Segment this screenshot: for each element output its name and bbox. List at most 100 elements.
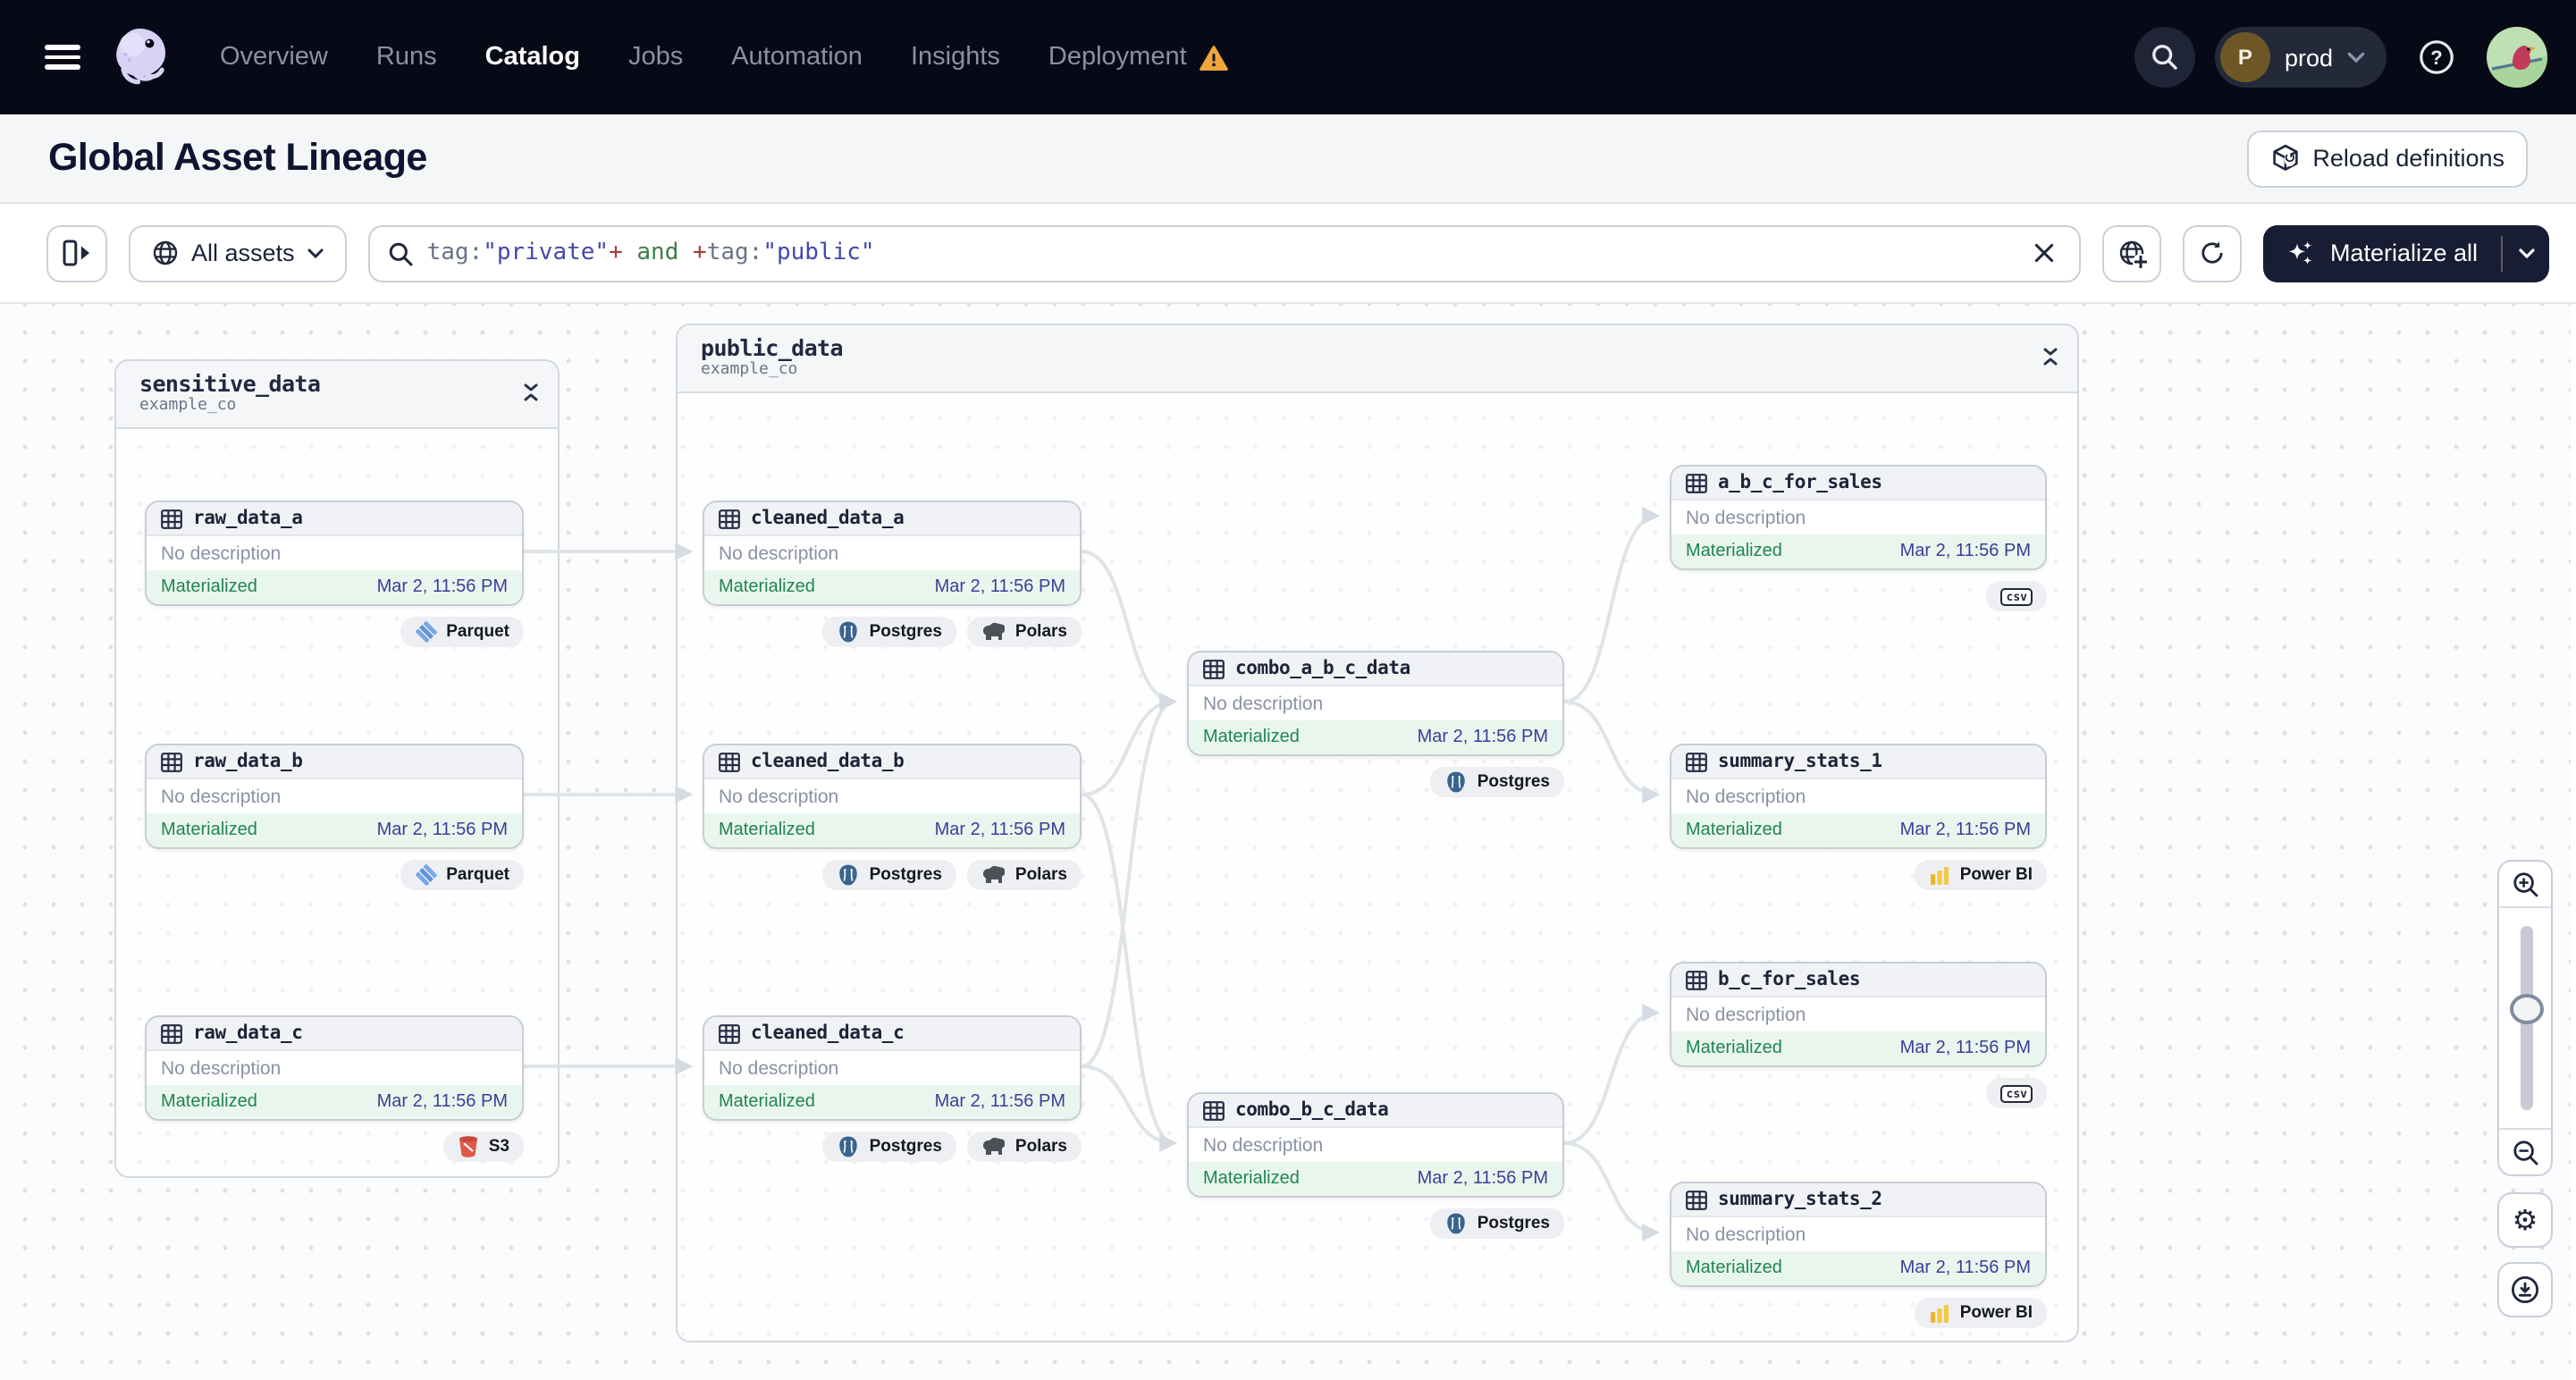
table-icon xyxy=(719,752,740,771)
group-title: public_data xyxy=(701,334,844,361)
hamburger-menu-icon[interactable] xyxy=(45,45,80,70)
group-header[interactable]: sensitive_data example_co xyxy=(116,361,558,429)
asset-node-combo-b-c-data[interactable]: combo_b_c_data No description Materializ… xyxy=(1187,1092,1564,1198)
kind-tag-powerbi[interactable]: Power BI xyxy=(1915,1298,2047,1328)
collapse-group-button[interactable] xyxy=(522,383,540,402)
status-badge: Materialized xyxy=(161,1092,257,1112)
user-avatar[interactable] xyxy=(2487,27,2547,88)
asset-description: No description xyxy=(1671,1217,2045,1251)
reload-cube-icon: ↺ xyxy=(2269,143,2300,173)
group-header[interactable]: public_data example_co xyxy=(678,325,2077,393)
reload-definitions-button[interactable]: ↺ Reload definitions xyxy=(2246,130,2528,187)
zoom-out-button[interactable] xyxy=(2499,1128,2551,1174)
status-badge: Materialized xyxy=(1686,1039,1782,1058)
svg-text:?: ? xyxy=(2430,46,2442,69)
dagster-logo[interactable] xyxy=(105,21,177,93)
polars-icon xyxy=(982,1137,1005,1155)
postgres-icon xyxy=(1447,1213,1466,1234)
clear-search-button[interactable] xyxy=(2028,236,2062,270)
asset-node-summary-stats-1[interactable]: summary_stats_1 No description Materiali… xyxy=(1670,744,2047,849)
materialize-all-button[interactable]: Materialize all xyxy=(2263,224,2549,282)
parquet-icon xyxy=(415,621,437,643)
kind-tag-polars[interactable]: Polars xyxy=(966,860,1082,890)
asset-node-cleaned-data-c[interactable]: cleaned_data_c No description Materializ… xyxy=(703,1015,1082,1121)
download-graph-button[interactable] xyxy=(2497,1262,2553,1317)
kind-tag-parquet[interactable]: Parquet xyxy=(400,860,524,890)
nav-item-catalog[interactable]: Catalog xyxy=(485,43,580,72)
asset-description: No description xyxy=(704,536,1080,570)
table-icon xyxy=(1203,1100,1225,1120)
nav-item-jobs[interactable]: Jobs xyxy=(628,43,683,72)
chevron-down-icon xyxy=(307,248,324,258)
status-badge: Materialized xyxy=(1203,1169,1300,1189)
nav-item-deployment[interactable]: Deployment xyxy=(1048,43,1187,72)
kind-tag-polars[interactable]: Polars xyxy=(966,1132,1082,1162)
materialization-timestamp: Mar 2, 11:56 PM xyxy=(1417,1169,1548,1189)
status-badge: Materialized xyxy=(1686,1258,1782,1278)
status-badge: Materialized xyxy=(161,820,257,840)
collapse-icon xyxy=(2043,348,2058,366)
asset-description: No description xyxy=(1189,686,1562,720)
asset-node-raw-data-b[interactable]: raw_data_b No description Materialized Ma… xyxy=(145,744,524,849)
materialization-timestamp: Mar 2, 11:56 PM xyxy=(934,820,1065,840)
table-icon xyxy=(719,509,740,528)
nav-item-automation[interactable]: Automation xyxy=(731,43,863,72)
asset-scope-dropdown[interactable]: All assets xyxy=(129,224,347,282)
asset-node-raw-data-a[interactable]: raw_data_a No description Materialized Ma… xyxy=(145,501,524,606)
powerbi-icon xyxy=(1931,866,1949,884)
kind-tag-powerbi[interactable]: Power BI xyxy=(1915,860,2047,890)
toggle-sidebar-button[interactable] xyxy=(46,224,107,282)
group-subtitle: example_co xyxy=(701,361,798,379)
nav-item-runs[interactable]: Runs xyxy=(376,43,437,72)
asset-node-combo-a-b-c-data[interactable]: combo_a_b_c_data No description Material… xyxy=(1187,651,1564,756)
zoom-slider-thumb[interactable] xyxy=(2510,994,2544,1024)
status-badge: Materialized xyxy=(1686,820,1782,840)
kind-tag-postgres[interactable]: Postgres xyxy=(822,1132,956,1162)
nav-right-cluster: P prod ? xyxy=(2134,27,2547,88)
table-icon xyxy=(1686,970,1707,989)
kind-tag-postgres[interactable]: Postgres xyxy=(822,860,956,890)
graph-settings-button[interactable]: ⚙ xyxy=(2497,1192,2553,1248)
asset-node-raw-data-c[interactable]: raw_data_c No description Materialized Ma… xyxy=(145,1015,524,1121)
lineage-toolbar: All assets tag: "private" + and + tag: "publ… xyxy=(0,204,2576,304)
view-scope-globe-button[interactable] xyxy=(2102,224,2162,282)
kind-tag-postgres[interactable]: Postgres xyxy=(1430,767,1564,797)
help-icon: ? xyxy=(2420,40,2454,74)
polars-icon xyxy=(982,865,1005,883)
badge-row: Power BI xyxy=(1915,1298,2047,1328)
materialization-timestamp: Mar 2, 11:56 PM xyxy=(1899,542,2031,561)
asset-node-b-c-for-sales[interactable]: b_c_for_sales No description Materialize… xyxy=(1670,962,2047,1067)
asset-name: summary_stats_1 xyxy=(1718,751,1882,772)
materialize-options-button[interactable] xyxy=(2503,224,2549,282)
asset-node-a-b-c-for-sales[interactable]: a_b_c_for_sales No description Materiali… xyxy=(1670,465,2047,570)
refresh-icon xyxy=(2202,241,2224,264)
kind-tag-s3[interactable]: S3 xyxy=(443,1132,524,1162)
kind-tag-polars[interactable]: Polars xyxy=(966,617,1082,647)
chevron-down-icon xyxy=(2347,51,2365,63)
asset-search-input[interactable]: tag: "private" + and + tag: "public" xyxy=(367,224,2082,282)
kind-tag-postgres[interactable]: Postgres xyxy=(1430,1208,1564,1239)
avatar-bird-image xyxy=(2487,27,2547,88)
lineage-canvas[interactable]: sensitive_data example_co public_data ex… xyxy=(0,304,2576,1380)
deployment-switcher[interactable]: P prod xyxy=(2214,27,2387,88)
asset-node-cleaned-data-a[interactable]: cleaned_data_a No description Materializ… xyxy=(703,501,1082,606)
refresh-graph-button[interactable] xyxy=(2183,224,2243,282)
kind-tag-csv[interactable]: csv xyxy=(1986,1078,2047,1108)
zoom-in-button[interactable] xyxy=(2499,862,2551,908)
asset-name: combo_a_b_c_data xyxy=(1235,658,1410,679)
nav-item-overview[interactable]: Overview xyxy=(220,43,328,72)
asset-node-summary-stats-2[interactable]: summary_stats_2 No description Materiali… xyxy=(1670,1182,2047,1287)
nav-item-insights[interactable]: Insights xyxy=(911,43,1000,72)
kind-tag-csv[interactable]: csv xyxy=(1986,581,2047,611)
kind-tag-parquet[interactable]: Parquet xyxy=(400,617,524,647)
help-button[interactable]: ? xyxy=(2406,27,2467,88)
collapse-group-button[interactable] xyxy=(2041,347,2059,366)
asset-description: No description xyxy=(147,1051,522,1085)
zoom-slider[interactable] xyxy=(2499,908,2551,1128)
badge-row: Parquet xyxy=(400,860,524,890)
asset-node-cleaned-data-b[interactable]: cleaned_data_b No description Materializ… xyxy=(703,744,1082,849)
kind-tag-postgres[interactable]: Postgres xyxy=(822,617,956,647)
asset-description: No description xyxy=(147,536,522,570)
materialize-all-label: Materialize all xyxy=(2329,240,2478,266)
global-search-button[interactable] xyxy=(2134,27,2195,88)
